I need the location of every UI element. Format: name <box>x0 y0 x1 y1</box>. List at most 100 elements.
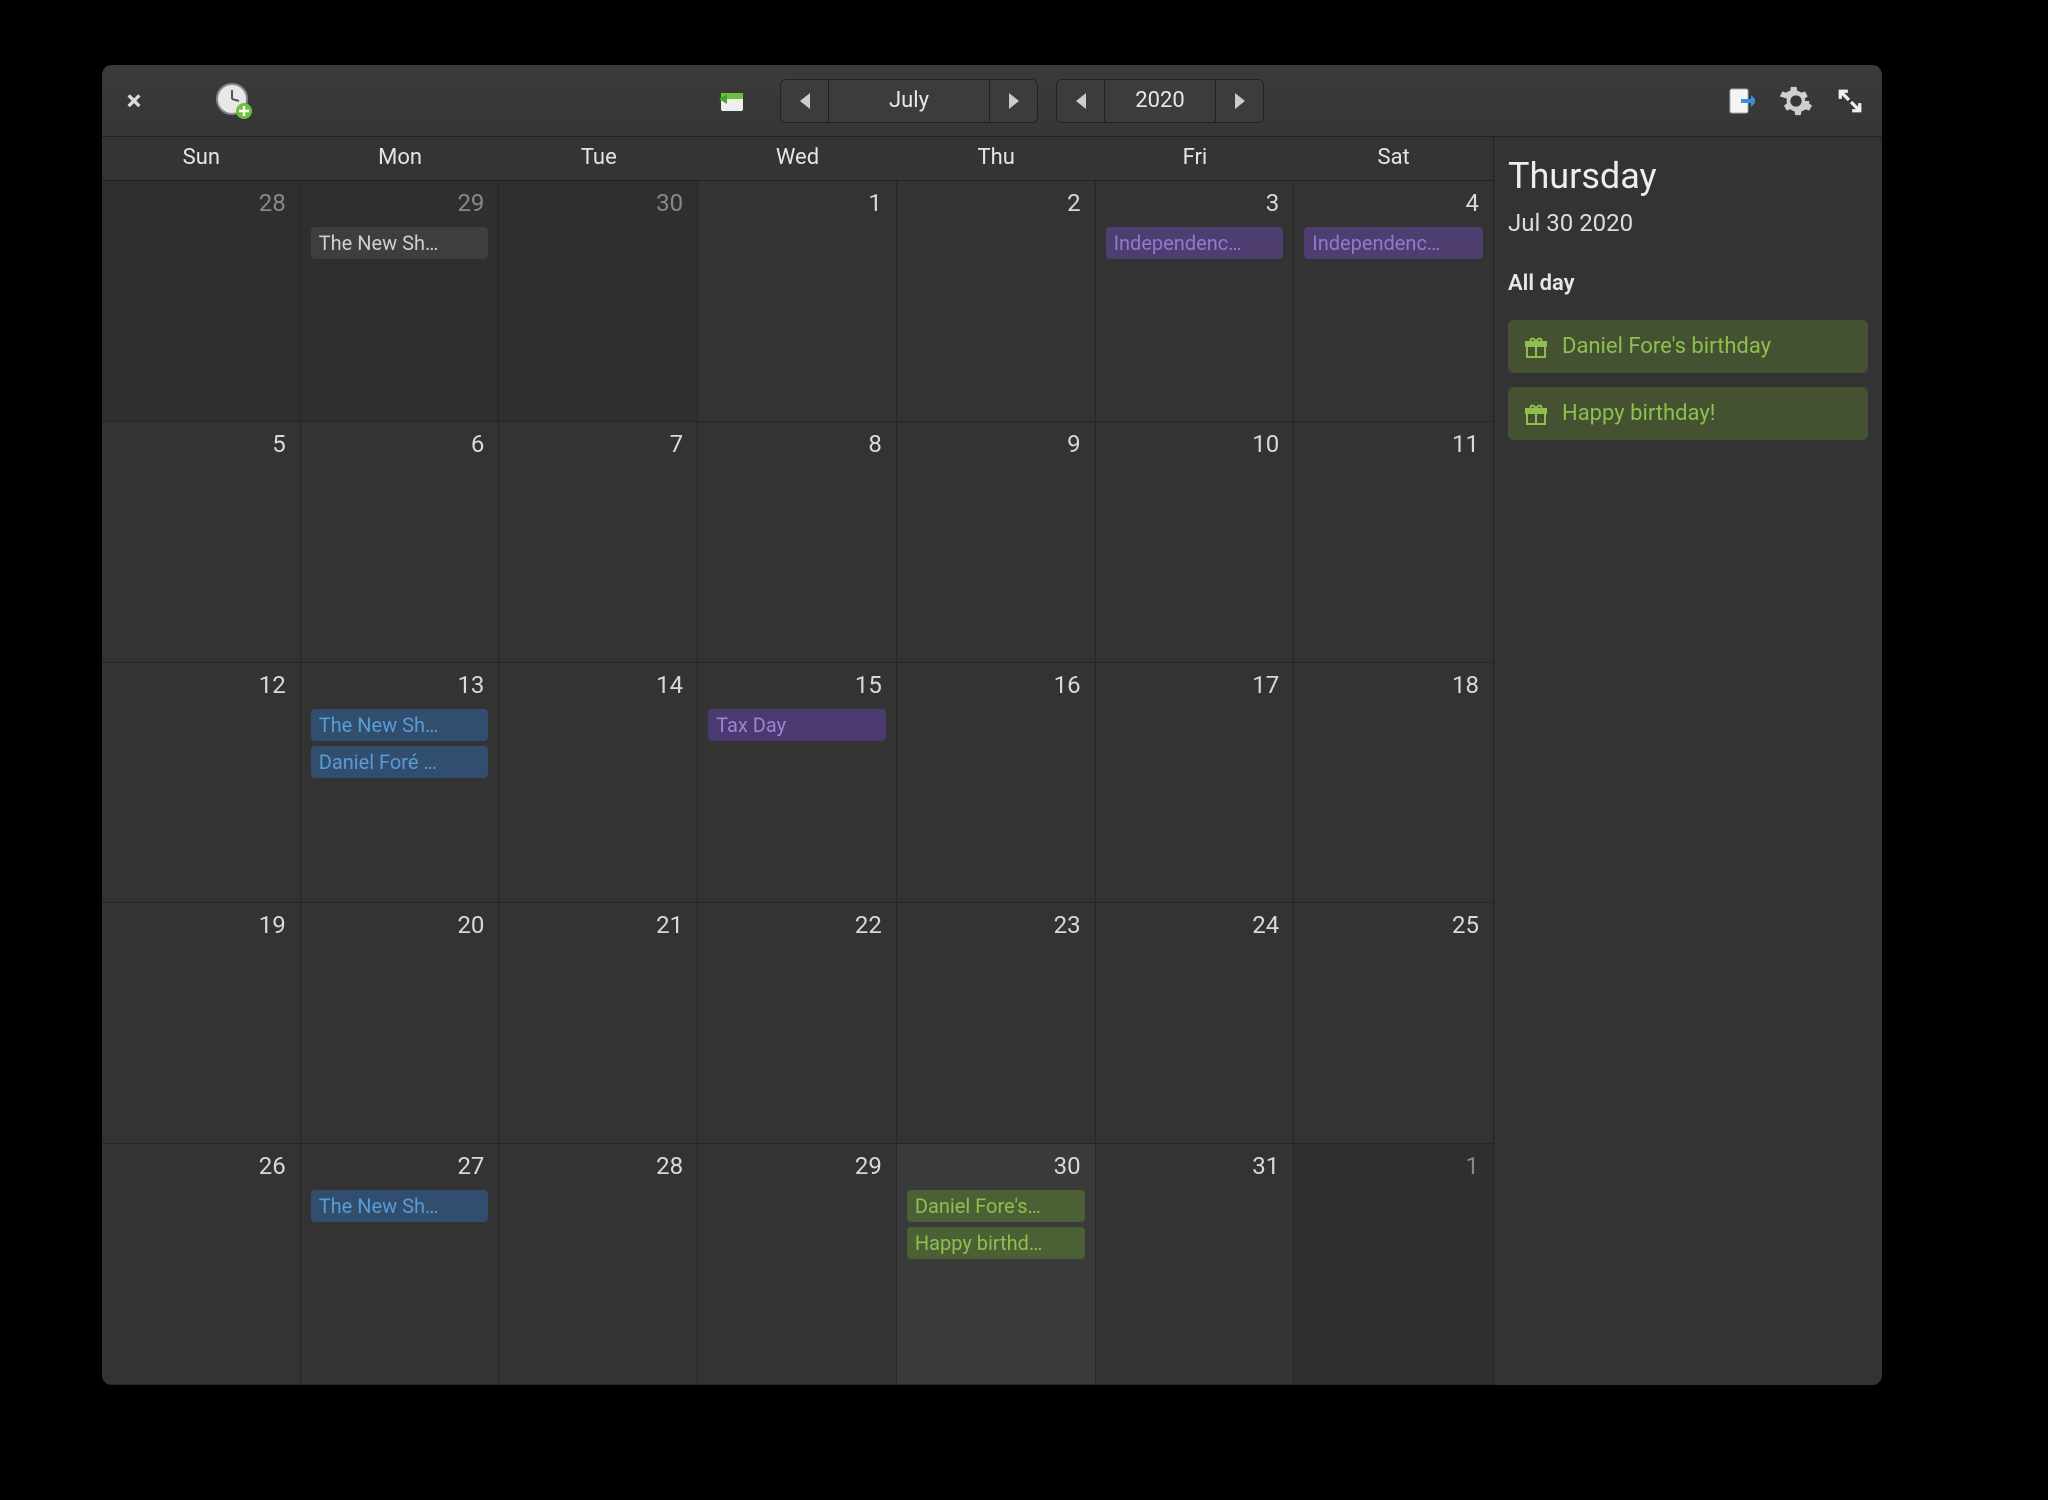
next-month-button[interactable] <box>989 80 1037 122</box>
day-cell[interactable]: 6 <box>301 422 500 663</box>
day-cell[interactable]: 28 <box>499 1144 698 1385</box>
day-number: 16 <box>905 669 1087 707</box>
day-number: 11 <box>1302 428 1485 466</box>
day-cell[interactable]: 13The New Sh…Daniel Foré … <box>301 663 500 904</box>
day-cell[interactable]: 17 <box>1096 663 1295 904</box>
day-cell[interactable]: 5 <box>102 422 301 663</box>
day-cell[interactable]: 4Independenc… <box>1294 181 1493 422</box>
clock-add-icon <box>214 81 254 121</box>
day-cell[interactable]: 28 <box>102 181 301 422</box>
day-cell[interactable]: 12 <box>102 663 301 904</box>
today-button[interactable] <box>712 81 752 121</box>
close-icon: × <box>127 84 142 117</box>
day-number: 20 <box>309 909 491 947</box>
day-number: 29 <box>706 1150 888 1188</box>
sidebar-event-label: Happy birthday! <box>1562 401 1715 426</box>
day-cell[interactable]: 29 <box>698 1144 897 1385</box>
day-cell[interactable]: 18 <box>1294 663 1493 904</box>
prev-year-button[interactable] <box>1057 80 1105 122</box>
next-year-button[interactable] <box>1215 80 1263 122</box>
day-cell[interactable]: 10 <box>1096 422 1295 663</box>
day-cell[interactable]: 11 <box>1294 422 1493 663</box>
week-row: 1213The New Sh…Daniel Foré …1415Tax Day1… <box>102 663 1493 904</box>
week-row: 2829The New Sh…30123Independenc…4Indepen… <box>102 181 1493 422</box>
day-cell[interactable]: 1 <box>698 181 897 422</box>
chevron-left-icon <box>800 93 810 109</box>
year-label[interactable]: 2020 <box>1105 80 1215 122</box>
day-cell[interactable]: 31 <box>1096 1144 1295 1385</box>
day-number: 22 <box>706 909 888 947</box>
day-cell[interactable]: 25 <box>1294 903 1493 1144</box>
week-row: 19 202122 23 2425 <box>102 903 1493 1144</box>
day-cell[interactable]: 9 <box>897 422 1096 663</box>
sidebar-date: Jul 30 2020 <box>1508 209 1868 237</box>
calendar-event[interactable]: Daniel Fore's… <box>907 1190 1085 1222</box>
calendar-event[interactable]: Independenc… <box>1304 227 1483 259</box>
calendar-event[interactable]: The New Sh… <box>311 227 489 259</box>
day-cell[interactable]: 2 <box>897 181 1096 422</box>
day-number: 17 <box>1104 669 1286 707</box>
export-icon <box>1729 88 1755 114</box>
export-button[interactable] <box>1722 81 1762 121</box>
day-number: 31 <box>1104 1150 1286 1188</box>
calendar-event[interactable]: The New Sh… <box>311 709 489 741</box>
prev-month-button[interactable] <box>781 80 829 122</box>
day-cell[interactable]: 29The New Sh… <box>301 181 500 422</box>
day-cell[interactable]: 8 <box>698 422 897 663</box>
day-number: 24 <box>1104 909 1286 947</box>
calendar-event[interactable]: Tax Day <box>708 709 886 741</box>
day-of-week-header: SunMonTueWedThuFriSat <box>102 137 1493 181</box>
day-cell[interactable]: 30 <box>499 181 698 422</box>
day-number: 27 <box>309 1150 491 1188</box>
day-number: 15 <box>706 669 888 707</box>
day-cell[interactable]: 21 <box>499 903 698 1144</box>
fullscreen-icon <box>1837 88 1863 114</box>
dow-label: Tue <box>499 137 698 180</box>
calendar-event[interactable]: Happy birthd… <box>907 1227 1085 1259</box>
calendar-event[interactable]: Independenc… <box>1106 227 1284 259</box>
day-cell[interactable]: 7 <box>499 422 698 663</box>
sidebar-event[interactable]: Daniel Fore's birthday <box>1508 320 1868 373</box>
day-number: 18 <box>1302 669 1485 707</box>
sidebar-event[interactable]: Happy birthday! <box>1508 387 1868 440</box>
day-cell[interactable]: 16 <box>897 663 1096 904</box>
chevron-right-icon <box>1235 93 1245 109</box>
day-number: 1 <box>1302 1150 1485 1188</box>
day-cell[interactable]: 15Tax Day <box>698 663 897 904</box>
day-number: 6 <box>309 428 491 466</box>
dow-label: Mon <box>301 137 500 180</box>
day-number: 3 <box>1104 187 1286 225</box>
day-number: 26 <box>110 1150 292 1188</box>
settings-button[interactable] <box>1776 81 1816 121</box>
day-number: 23 <box>905 909 1087 947</box>
fullscreen-button[interactable] <box>1830 81 1870 121</box>
day-cell[interactable]: 27The New Sh… <box>301 1144 500 1385</box>
month-label[interactable]: July <box>829 80 989 122</box>
day-cell[interactable]: 24 <box>1096 903 1295 1144</box>
day-cell[interactable]: 23 <box>897 903 1096 1144</box>
new-event-button[interactable] <box>214 81 254 121</box>
weeks-grid: 2829The New Sh…30123Independenc…4Indepen… <box>102 181 1493 1385</box>
day-cell[interactable]: 19 <box>102 903 301 1144</box>
day-number: 28 <box>110 187 292 225</box>
day-number: 2 <box>905 187 1087 225</box>
day-cell[interactable]: 22 <box>698 903 897 1144</box>
close-button[interactable]: × <box>114 81 154 121</box>
day-number: 19 <box>110 909 292 947</box>
day-cell[interactable]: 20 <box>301 903 500 1144</box>
day-cell[interactable]: 30Daniel Fore's… Happy birthd… <box>897 1144 1096 1385</box>
sidebar-day-name: Thursday <box>1508 155 1868 197</box>
day-number: 30 <box>905 1150 1087 1188</box>
day-cell[interactable]: 1 <box>1294 1144 1493 1385</box>
day-number: 12 <box>110 669 292 707</box>
calendar-event[interactable]: Daniel Foré … <box>311 746 489 778</box>
day-cell[interactable]: 26 <box>102 1144 301 1385</box>
day-cell[interactable]: 3Independenc… <box>1096 181 1295 422</box>
day-cell[interactable]: 14 <box>499 663 698 904</box>
calendar-event[interactable]: The New Sh… <box>311 1190 489 1222</box>
dow-label: Sat <box>1294 137 1493 180</box>
week-row: 567891011 <box>102 422 1493 663</box>
day-number: 9 <box>905 428 1087 466</box>
day-number: 29 <box>309 187 491 225</box>
dow-label: Sun <box>102 137 301 180</box>
